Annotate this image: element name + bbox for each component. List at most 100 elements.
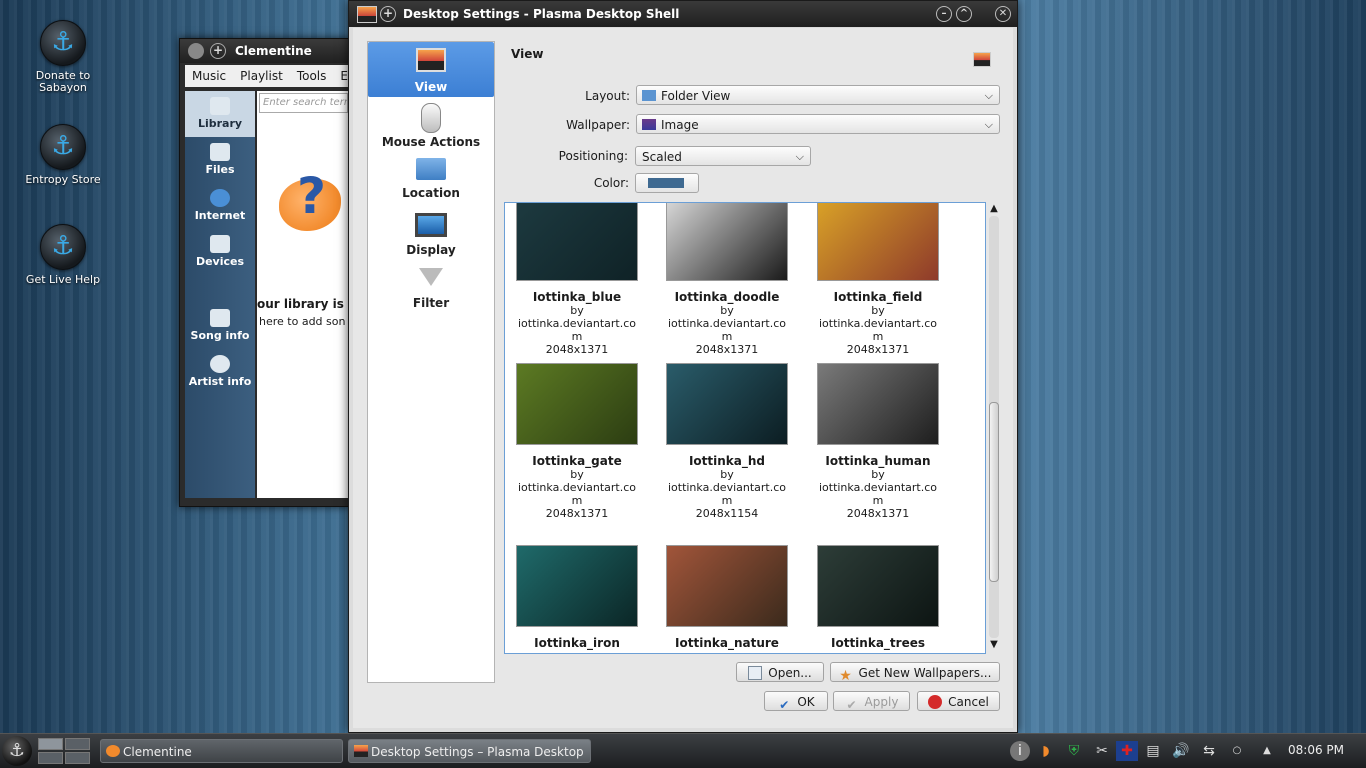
- wallpaper-author2: m: [721, 330, 733, 343]
- dialog-titlebar[interactable]: + Desktop Settings - Plasma Desktop Shel…: [349, 1, 1017, 27]
- task-label: Desktop Settings – Plasma Desktop: [371, 745, 584, 759]
- clementine-tray-icon[interactable]: ◗: [1036, 741, 1056, 761]
- mouse-icon: [421, 103, 441, 133]
- library-search-input[interactable]: Enter search terms: [259, 93, 348, 113]
- ok-button[interactable]: ✔ OK: [764, 691, 828, 712]
- wallpaper-select[interactable]: Image ⌵: [636, 114, 1000, 134]
- wallpaper-author: iottinka.deviantart.co: [517, 317, 637, 330]
- page-mouse-actions[interactable]: Mouse Actions: [368, 97, 494, 152]
- wallpaper-tile[interactable]: Iottinka_doodle by iottinka.deviantart.co m…: [652, 203, 802, 356]
- layout-select[interactable]: Folder View ⌵: [636, 85, 1000, 105]
- desktop-icon-donate[interactable]: Donate to Sabayon: [18, 20, 108, 94]
- page-label: Mouse Actions: [381, 135, 481, 149]
- clementine-window[interactable]: + Clementine Music Playlist Tools E Libr…: [179, 38, 351, 507]
- desktop-icon-label: Sabayon: [39, 81, 87, 94]
- sidebar-item-song-info[interactable]: Song info: [185, 303, 255, 349]
- desktop-settings-dialog[interactable]: + Desktop Settings - Plasma Desktop Shel…: [348, 0, 1018, 733]
- wallpaper-thumbnail: [516, 545, 638, 627]
- wallpaper-icon[interactable]: [357, 6, 377, 23]
- wallpaper-tile[interactable]: Iottinka_hd by iottinka.deviantart.co m 2048…: [652, 363, 802, 520]
- menu-tools[interactable]: Tools: [290, 69, 334, 83]
- page-label: Location: [402, 186, 460, 200]
- wallpaper-by: by: [570, 304, 584, 317]
- wallpaper-tile[interactable]: Iottinka_iron: [505, 545, 652, 650]
- sidebar-item-devices[interactable]: Devices: [185, 229, 255, 275]
- wallpaper-tile[interactable]: Iottinka_trees: [803, 545, 953, 650]
- network-icon[interactable]: ⇆: [1198, 741, 1220, 761]
- wallpaper-by: by: [871, 304, 885, 317]
- minimize-icon[interactable]: –: [936, 6, 952, 22]
- keyboard-layout-flag-icon[interactable]: ✚: [1116, 741, 1138, 761]
- sidebar-item-internet[interactable]: Internet: [185, 183, 255, 229]
- pager-desktop-4[interactable]: [65, 752, 90, 764]
- entropy-icon: [40, 124, 86, 170]
- scroll-up-icon[interactable]: ▲: [987, 202, 1001, 216]
- wallpaper-tile[interactable]: Iottinka_blue by iottinka.deviantart.co m 20…: [505, 203, 652, 356]
- open-button[interactable]: Open...: [736, 662, 824, 682]
- desktop-icon-entropy-store[interactable]: Entropy Store: [18, 124, 108, 186]
- pager-desktop-3[interactable]: [38, 752, 63, 764]
- task-desktop-settings[interactable]: Desktop Settings – Plasma Desktop: [348, 739, 591, 763]
- application-launcher-icon[interactable]: ⚓: [2, 736, 32, 766]
- clipboard-icon[interactable]: ▤: [1144, 741, 1162, 761]
- sidebar-item-artist-info[interactable]: Artist info: [185, 349, 255, 395]
- clock[interactable]: 08:06 PM: [1288, 743, 1344, 757]
- page-display[interactable]: Display: [368, 207, 494, 262]
- wallpaper-name: Iottinka_nature: [675, 636, 779, 650]
- info-icon[interactable]: i: [1010, 741, 1030, 761]
- get-new-wallpapers-button[interactable]: ★ Get New Wallpapers...: [830, 662, 1000, 683]
- notifications-icon[interactable]: ○: [1232, 741, 1242, 761]
- wallpaper-tile[interactable]: Iottinka_field by iottinka.deviantart.co m 2…: [803, 203, 953, 356]
- color-button[interactable]: [635, 173, 699, 193]
- desktop-icon-live-help[interactable]: Get Live Help: [18, 224, 108, 286]
- sidebar-item-library[interactable]: Library: [185, 91, 255, 137]
- clementine-title: Clementine: [235, 44, 312, 58]
- scroll-track[interactable]: [989, 216, 999, 638]
- positioning-select[interactable]: Scaled ⌵: [635, 146, 811, 166]
- wallpaper-tile[interactable]: Iottinka_nature: [652, 545, 802, 650]
- plus-icon[interactable]: +: [210, 43, 226, 59]
- layout-value: Folder View: [661, 89, 731, 103]
- wallpaper-author: iottinka.deviantart.co: [818, 317, 938, 330]
- scroll-thumb[interactable]: [989, 402, 999, 582]
- show-hidden-tray-icon[interactable]: ▲: [1260, 741, 1274, 761]
- wallpaper-thumbnail: [666, 545, 788, 627]
- window-menu-icon[interactable]: [188, 43, 204, 59]
- ok-label: OK: [797, 695, 815, 709]
- page-label: View: [414, 80, 448, 94]
- volume-icon[interactable]: 🔊: [1170, 741, 1192, 761]
- wallpaper-tile[interactable]: Iottinka_gate by iottinka.deviantart.co m 20…: [505, 363, 652, 520]
- plus-icon[interactable]: +: [380, 6, 396, 22]
- pager-desktop-2[interactable]: [65, 738, 90, 750]
- scissors-icon[interactable]: ✂: [1092, 741, 1112, 761]
- layout-label: Layout:: [585, 89, 630, 103]
- apply-button[interactable]: ✔ Apply: [833, 691, 910, 712]
- page-label: Filter: [412, 296, 450, 310]
- wallpaper-tile[interactable]: Iottinka_human by iottinka.deviantart.co m 2…: [803, 363, 953, 520]
- page-view[interactable]: View: [368, 42, 494, 97]
- menu-playlist[interactable]: Playlist: [233, 69, 290, 83]
- help-icon: [40, 224, 86, 270]
- wallpaper-name: Iottinka_iron: [534, 636, 620, 650]
- task-clementine[interactable]: Clementine: [100, 739, 343, 763]
- desktop-pager[interactable]: [38, 738, 90, 764]
- menu-music[interactable]: Music: [185, 69, 233, 83]
- wallpaper-name: Iottinka_doodle: [674, 290, 780, 304]
- shield-icon[interactable]: ⛨: [1064, 741, 1084, 761]
- page-location[interactable]: Location: [368, 152, 494, 207]
- wallpaper-gallery[interactable]: Iottinka_blue by iottinka.deviantart.co m 20…: [504, 202, 986, 654]
- sidebar-item-files[interactable]: Files: [185, 137, 255, 183]
- wallpaper-value: Image: [661, 118, 699, 132]
- document-open-icon: [748, 666, 763, 680]
- wallpaper-size: 2048x1371: [846, 343, 910, 356]
- cancel-button[interactable]: Cancel: [917, 691, 1000, 711]
- page-filter[interactable]: Filter: [368, 262, 494, 317]
- wallpaper-name: Iottinka_human: [825, 454, 931, 468]
- scroll-down-icon[interactable]: ▼: [987, 638, 1001, 652]
- pager-desktop-1[interactable]: [38, 738, 63, 750]
- close-icon[interactable]: ✕: [995, 6, 1011, 22]
- gallery-scrollbar[interactable]: ▲ ▼: [987, 202, 1001, 652]
- empty-library-hint[interactable]: here to add son: [259, 315, 345, 328]
- clementine-titlebar[interactable]: + Clementine: [180, 39, 350, 63]
- maximize-icon[interactable]: ^: [956, 6, 972, 22]
